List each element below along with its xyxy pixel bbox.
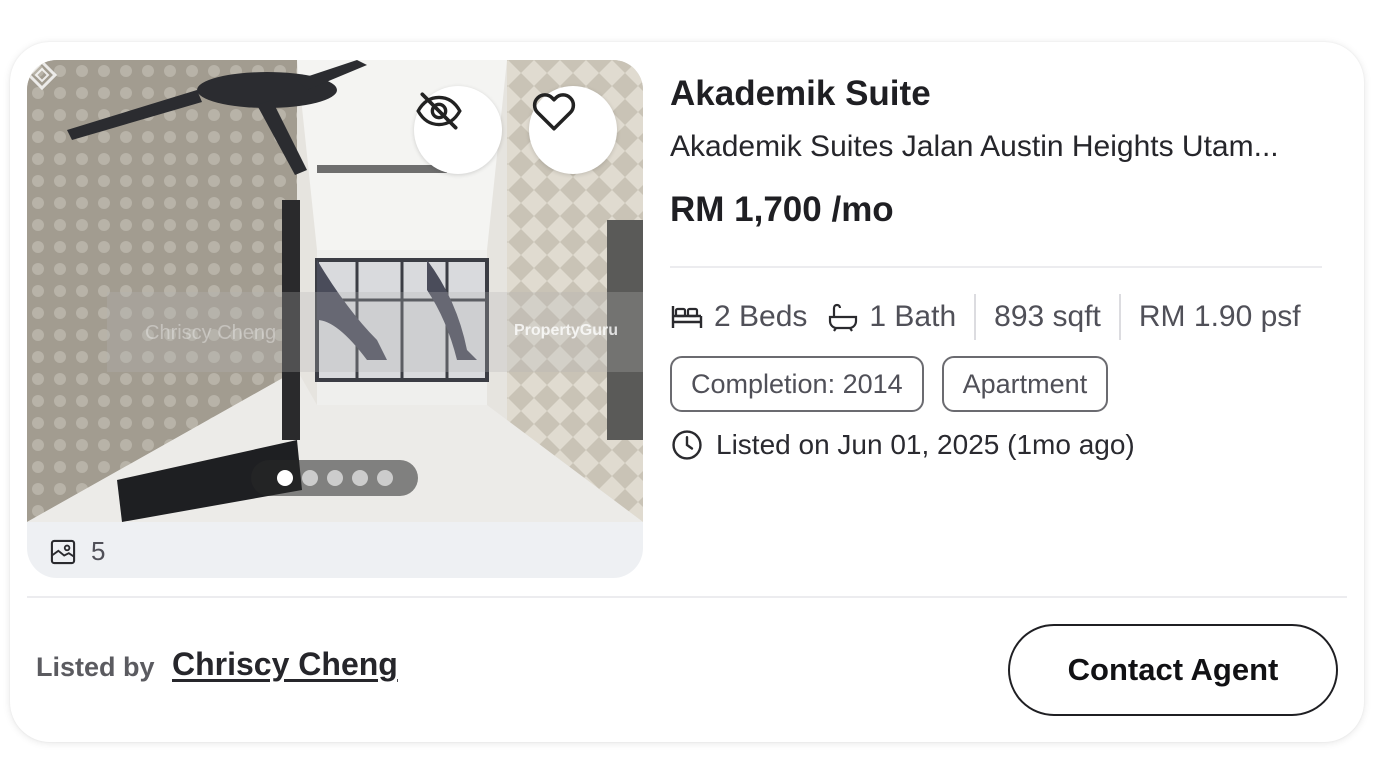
carousel-dot[interactable]	[301, 470, 318, 486]
listed-date: Listed on Jun 01, 2025 (1mo ago)	[670, 428, 1135, 462]
carousel-dot[interactable]	[376, 470, 393, 486]
listing-price: RM 1,700 /mo	[670, 190, 894, 229]
size-value: 893 sqft	[994, 300, 1101, 333]
eye-off-icon	[416, 92, 462, 130]
listing-address: Akademik Suites Jalan Austin Heights Uta…	[670, 130, 1279, 163]
listing-card[interactable]: Chriscy Cheng PropertyGuru 5 Akademik Su…	[10, 42, 1364, 742]
spec-divider	[1118, 294, 1121, 340]
listing-tags: Completion: 2014 Apartment	[670, 356, 1109, 412]
contact-agent-button[interactable]: Contact Agent	[1008, 624, 1338, 716]
propertyguru-logo-icon	[27, 60, 57, 90]
listed-by-label: Listed by	[36, 652, 155, 682]
favorite-button[interactable]	[529, 86, 617, 174]
baths-value: 1 Bath	[869, 300, 957, 333]
listing-photo[interactable]: Chriscy Cheng PropertyGuru	[27, 60, 643, 522]
clock-icon	[672, 430, 702, 460]
agent-name-link[interactable]: Chriscy Cheng	[172, 646, 398, 683]
photo-count[interactable]: 5	[49, 536, 105, 567]
divider	[670, 266, 1322, 268]
beds-value: 2 Beds	[714, 300, 808, 333]
photo-count-value: 5	[91, 536, 106, 566]
completion-tag: Completion: 2014	[670, 356, 924, 412]
watermark-agent-name: Chriscy Cheng	[145, 322, 277, 344]
heart-icon	[532, 93, 576, 131]
psf-value: RM 1.90 psf	[1138, 300, 1301, 333]
listing-specs: 2 Beds 1 Bath 893 sqft RM 1.90 psf	[670, 294, 1301, 340]
listing-title[interactable]: Akademik Suite	[670, 74, 931, 114]
property-type-tag: Apartment	[941, 356, 1109, 412]
watermark-brand: PropertyGuru	[514, 322, 619, 339]
carousel-dot[interactable]	[276, 470, 293, 486]
image-icon	[50, 539, 76, 564]
bathtub-icon	[829, 303, 858, 332]
hide-listing-button[interactable]	[414, 86, 502, 174]
baths-spec: 1 Bath	[827, 300, 956, 334]
carousel-dot[interactable]	[351, 470, 368, 486]
listed-date-text: Listed on Jun 01, 2025 (1mo ago)	[716, 429, 1135, 460]
bed-icon	[671, 306, 703, 328]
carousel-indicators	[251, 460, 418, 496]
beds-spec: 2 Beds	[670, 300, 807, 334]
listing-media: Chriscy Cheng PropertyGuru 5	[27, 60, 643, 578]
carousel-dot[interactable]	[326, 470, 343, 486]
spec-divider	[974, 294, 977, 340]
footer-divider	[27, 596, 1347, 598]
